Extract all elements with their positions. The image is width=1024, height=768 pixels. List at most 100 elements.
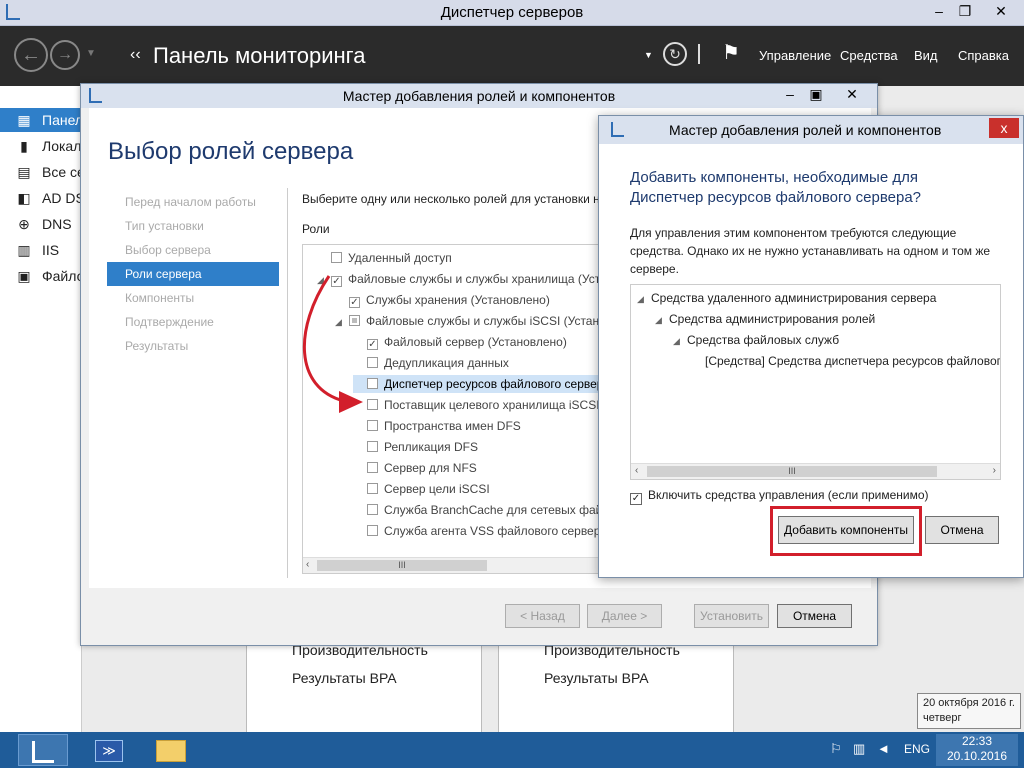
step-confirmation[interactable]: Подтверждение: [107, 310, 279, 334]
tool-item[interactable]: ◢ Средства удаленного администрирования с…: [637, 289, 936, 307]
sidebar-item-label: DNS: [42, 216, 72, 232]
role-item[interactable]: Диспетчер ресурсов файлового сервер: [353, 375, 601, 393]
scroll-left-icon[interactable]: ‹: [306, 559, 309, 570]
expand-arrow-icon[interactable]: ◢: [673, 332, 687, 350]
scrollbar-thumb[interactable]: III: [317, 560, 487, 571]
all-servers-icon: ▤: [17, 164, 31, 180]
step-results[interactable]: Результаты: [107, 334, 279, 358]
sidebar-item-all-servers[interactable]: ▤ Все се: [0, 160, 82, 184]
notifications-flag-icon[interactable]: ⚑: [722, 40, 740, 65]
install-button[interactable]: Установить: [694, 604, 769, 628]
tool-item[interactable]: ◢ Средства файловых служб: [673, 331, 839, 349]
step-before-you-begin[interactable]: Перед началом работы: [107, 190, 279, 214]
menu-manage[interactable]: Управление: [759, 48, 831, 63]
server-manager-title: Диспетчер серверов: [440, 4, 584, 21]
explorer-taskbar-button[interactable]: [146, 734, 196, 766]
divider: [287, 188, 288, 578]
history-dropdown-icon[interactable]: ▼: [86, 48, 96, 59]
dialog-close-button[interactable]: x: [989, 118, 1019, 138]
tile-bpa-link[interactable]: Результаты BPA: [544, 670, 649, 686]
role-item[interactable]: Поставщик целевого хранилища iSCSI (: [353, 396, 602, 414]
powershell-taskbar-button[interactable]: ≫: [84, 734, 134, 766]
local-server-icon: ▮: [20, 138, 28, 154]
file-services-icon: ▣: [17, 268, 31, 284]
role-item[interactable]: Сервер для NFS: [353, 459, 477, 477]
menu-view[interactable]: Вид: [914, 48, 938, 63]
dialog-titlebar: Мастер добавления ролей и компонентов x: [599, 116, 1023, 144]
role-item[interactable]: Удаленный доступ: [317, 249, 452, 267]
checkbox-icon[interactable]: [331, 252, 342, 263]
clock-tooltip: 20 октября 2016 г. четверг: [917, 693, 1021, 729]
expand-arrow-icon[interactable]: ◢: [637, 290, 651, 308]
wizard-close-button[interactable]: ✕: [837, 84, 867, 104]
server-manager-header: ← → ▼ ‹‹ Панель мониторинга ▼ ↻ ⚑ Управл…: [0, 26, 1024, 86]
taskbar: ≫ ⚐ ▥ ◄ ENG 22:33 20.10.2016: [0, 732, 1024, 768]
forward-arrow-icon[interactable]: →: [50, 40, 80, 70]
role-label: Удаленный доступ: [348, 251, 452, 265]
tooltip-day: четверг: [923, 712, 962, 724]
role-label: Сервер для NFS: [384, 461, 477, 475]
clock[interactable]: 22:33 20.10.2016: [936, 734, 1018, 766]
server-manager-sidebar: ▦Панель ▮Локал ▤Все се ◧AD DS ⊕DNS ▥IIS …: [0, 86, 82, 732]
scroll-right-icon[interactable]: ›: [993, 465, 996, 476]
server-manager-taskbar-button[interactable]: [18, 734, 68, 766]
sidebar-item-ad-ds[interactable]: ◧ AD DS: [0, 186, 82, 210]
dialog-cancel-button[interactable]: Отмена: [925, 516, 999, 544]
checkbox-icon[interactable]: [367, 483, 378, 494]
role-label: Сервер цели iSCSI: [384, 482, 490, 496]
sidebar-item-file-services[interactable]: ▣ Файло: [0, 264, 82, 288]
page-title: Панель мониторинга: [153, 43, 366, 68]
checkbox-icon[interactable]: ✓: [630, 493, 642, 505]
horizontal-scrollbar[interactable]: ‹ III: [303, 557, 601, 573]
sidebar-item-label: IIS: [42, 242, 60, 258]
horizontal-scrollbar[interactable]: ‹ III ›: [631, 463, 1000, 479]
expand-arrow-icon[interactable]: ◢: [655, 311, 669, 329]
checkbox-icon[interactable]: [367, 504, 378, 515]
add-features-dialog: Мастер добавления ролей и компонентов x …: [598, 115, 1024, 578]
step-installation-type[interactable]: Тип установки: [107, 214, 279, 238]
tool-label: Средства удаленного администрирования се…: [651, 291, 937, 305]
language-indicator[interactable]: ENG: [904, 742, 930, 756]
action-center-icon[interactable]: ⚐: [830, 741, 842, 757]
back-arrow-icon[interactable]: ←: [14, 38, 48, 72]
tool-item[interactable]: ◢ Средства администрирования ролей: [655, 310, 875, 328]
required-tools-tree[interactable]: ◢ Средства удаленного администрирования с…: [630, 284, 1001, 480]
tool-item[interactable]: [Средства] Средства диспетчера ресурсов …: [691, 352, 1000, 370]
checkbox-icon[interactable]: [367, 441, 378, 452]
wizard-maximize-button[interactable]: ▣: [801, 84, 831, 104]
role-item[interactable]: Служба BranchCache для сетевых файло: [353, 501, 601, 519]
maximize-button[interactable]: ❐: [950, 0, 980, 22]
next-button[interactable]: Далее >: [587, 604, 662, 628]
include-tools-checkbox[interactable]: ✓ Включить средства управления (если прим…: [630, 488, 929, 505]
step-features[interactable]: Компоненты: [107, 286, 279, 310]
role-item[interactable]: Служба агента VSS файлового сервера: [353, 522, 601, 540]
role-label: Поставщик целевого хранилища iSCSI (: [384, 398, 602, 412]
menu-tools[interactable]: Средства: [840, 48, 898, 63]
dialog-description: Для управления этим компонентом требуютс…: [630, 226, 991, 276]
scroll-left-icon[interactable]: ‹: [635, 465, 638, 476]
role-item[interactable]: Сервер цели iSCSI: [353, 480, 490, 498]
sidebar-item-dns[interactable]: ⊕ DNS: [0, 212, 82, 236]
role-item[interactable]: ✓ Файловый сервер (Установлено): [353, 333, 567, 351]
add-features-button[interactable]: Добавить компоненты: [778, 516, 914, 544]
back-button[interactable]: < Назад: [505, 604, 580, 628]
tile-bpa-link[interactable]: Результаты BPA: [292, 670, 397, 686]
volume-icon[interactable]: ◄: [877, 741, 890, 756]
refresh-icon[interactable]: ↻: [663, 42, 687, 66]
role-item[interactable]: Репликация DFS: [353, 438, 478, 456]
sidebar-item-dashboard[interactable]: ▦ Панель: [0, 108, 82, 132]
menu-help[interactable]: Справка: [958, 48, 1009, 63]
sidebar-item-iis[interactable]: ▥ IIS: [0, 238, 82, 262]
step-server-selection[interactable]: Выбор сервера: [107, 238, 279, 262]
step-server-roles[interactable]: Роли сервера: [107, 262, 279, 286]
folder-icon: [156, 740, 186, 763]
cancel-button[interactable]: Отмена: [777, 604, 852, 628]
refresh-dropdown-icon[interactable]: ▼: [644, 50, 653, 60]
network-icon[interactable]: ▥: [853, 741, 865, 757]
scrollbar-thumb[interactable]: III: [647, 466, 937, 477]
checkbox-icon[interactable]: [367, 525, 378, 536]
checkbox-icon[interactable]: [367, 462, 378, 473]
red-arrow-annotation: [302, 275, 363, 413]
sidebar-item-local-server[interactable]: ▮ Локал: [0, 134, 82, 158]
close-button[interactable]: ✕: [986, 0, 1016, 22]
